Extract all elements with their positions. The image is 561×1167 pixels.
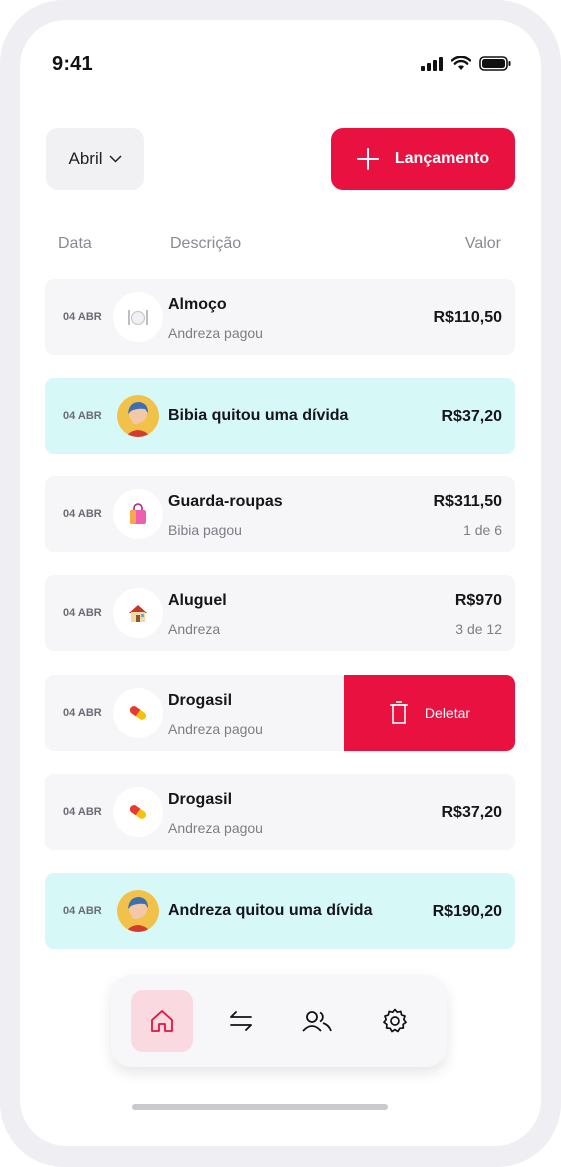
add-entry-button[interactable]: Lançamento [331,128,515,190]
row-amount: R$37,20 [441,804,503,821]
signal-icon [421,56,443,71]
row-installment: 1 de 6 [463,522,502,538]
row-subtitle: Andreza pagou [168,721,263,737]
plate-icon [113,292,163,342]
delete-label: Deletar [424,705,471,721]
avatar [117,890,159,932]
app-screen: 9:41 Abril Lançamento Data Descrição Val… [20,20,541,1146]
device-frame: 9:41 Abril Lançamento Data Descrição Val… [0,0,561,1167]
nav-transactions[interactable] [210,990,272,1052]
row-date: 04 ABR [63,508,102,520]
row-date: 04 ABR [63,806,102,818]
avatar [117,395,159,437]
status-time: 9:41 [52,53,93,75]
row-date: 04 ABR [63,607,102,619]
row-amount: R$190,20 [432,903,502,920]
transaction-row[interactable]: 04 ABR Guarda-roupas Bibia pagou R$311,5… [45,476,515,552]
row-subtitle: Andreza [168,621,221,637]
row-amount: R$970 [454,592,502,609]
row-installment: 3 de 12 [455,621,502,637]
settlement-row[interactable]: 04 ABR Andreza quitou uma dívida R$190,2… [45,873,515,949]
row-date: 04 ABR [63,707,102,719]
settings-icon [383,1008,407,1033]
shopping-bag-icon [113,489,163,539]
row-title: Andreza quitou uma dívida [168,902,373,919]
transaction-row[interactable]: 04 ABR Drogasil Andreza pagou R$37,20 [45,774,515,850]
add-entry-label: Lançamento [394,150,490,167]
row-subtitle: Bibia pagou [168,522,242,538]
battery-icon [479,56,511,71]
row-amount: R$311,50 [433,493,502,510]
row-subtitle: Andreza pagou [168,325,263,341]
month-label: Abril [68,149,103,168]
pill-icon [113,688,163,738]
row-date: 04 ABR [63,905,102,917]
row-title: Guarda-roupas [168,493,283,510]
row-title: Drogasil [168,692,233,709]
row-amount: R$110,50 [433,309,502,326]
row-title: Aluguel [168,592,227,609]
nav-settings[interactable] [364,990,426,1052]
wifi-icon [451,56,471,70]
nav-groups[interactable] [286,990,348,1052]
nav-home[interactable] [131,990,193,1052]
row-title: Drogasil [168,791,233,808]
status-icons [421,56,511,71]
column-header-description: Descrição [170,235,242,252]
plus-icon [356,148,379,170]
column-header-date: Data [58,235,92,252]
delete-button[interactable]: Deletar [344,675,515,751]
column-header-value: Valor [464,235,501,252]
month-selector[interactable]: Abril [46,128,144,190]
row-title: Almoço [168,296,227,313]
pill-icon [113,787,163,837]
house-icon [113,588,163,638]
transfer-icon [230,1011,252,1031]
transaction-row[interactable]: 04 ABR Almoço Andreza pagou R$110,50 [45,279,515,355]
row-title: Bibia quitou uma dívida [168,407,349,424]
bottom-nav [111,975,447,1067]
row-date: 04 ABR [63,311,102,323]
users-icon [302,1011,332,1032]
row-subtitle: Andreza pagou [168,820,263,836]
transaction-row[interactable]: 04 ABR Aluguel Andreza R$970 3 de 12 [45,575,515,651]
chevron-down-icon [108,155,122,163]
home-indicator [132,1104,388,1110]
row-date: 04 ABR [63,410,102,422]
row-amount: R$37,20 [441,408,503,425]
settlement-row[interactable]: 04 ABR Bibia quitou uma dívida R$37,20 [45,378,515,454]
trash-icon [389,701,408,724]
home-icon [151,1010,173,1032]
